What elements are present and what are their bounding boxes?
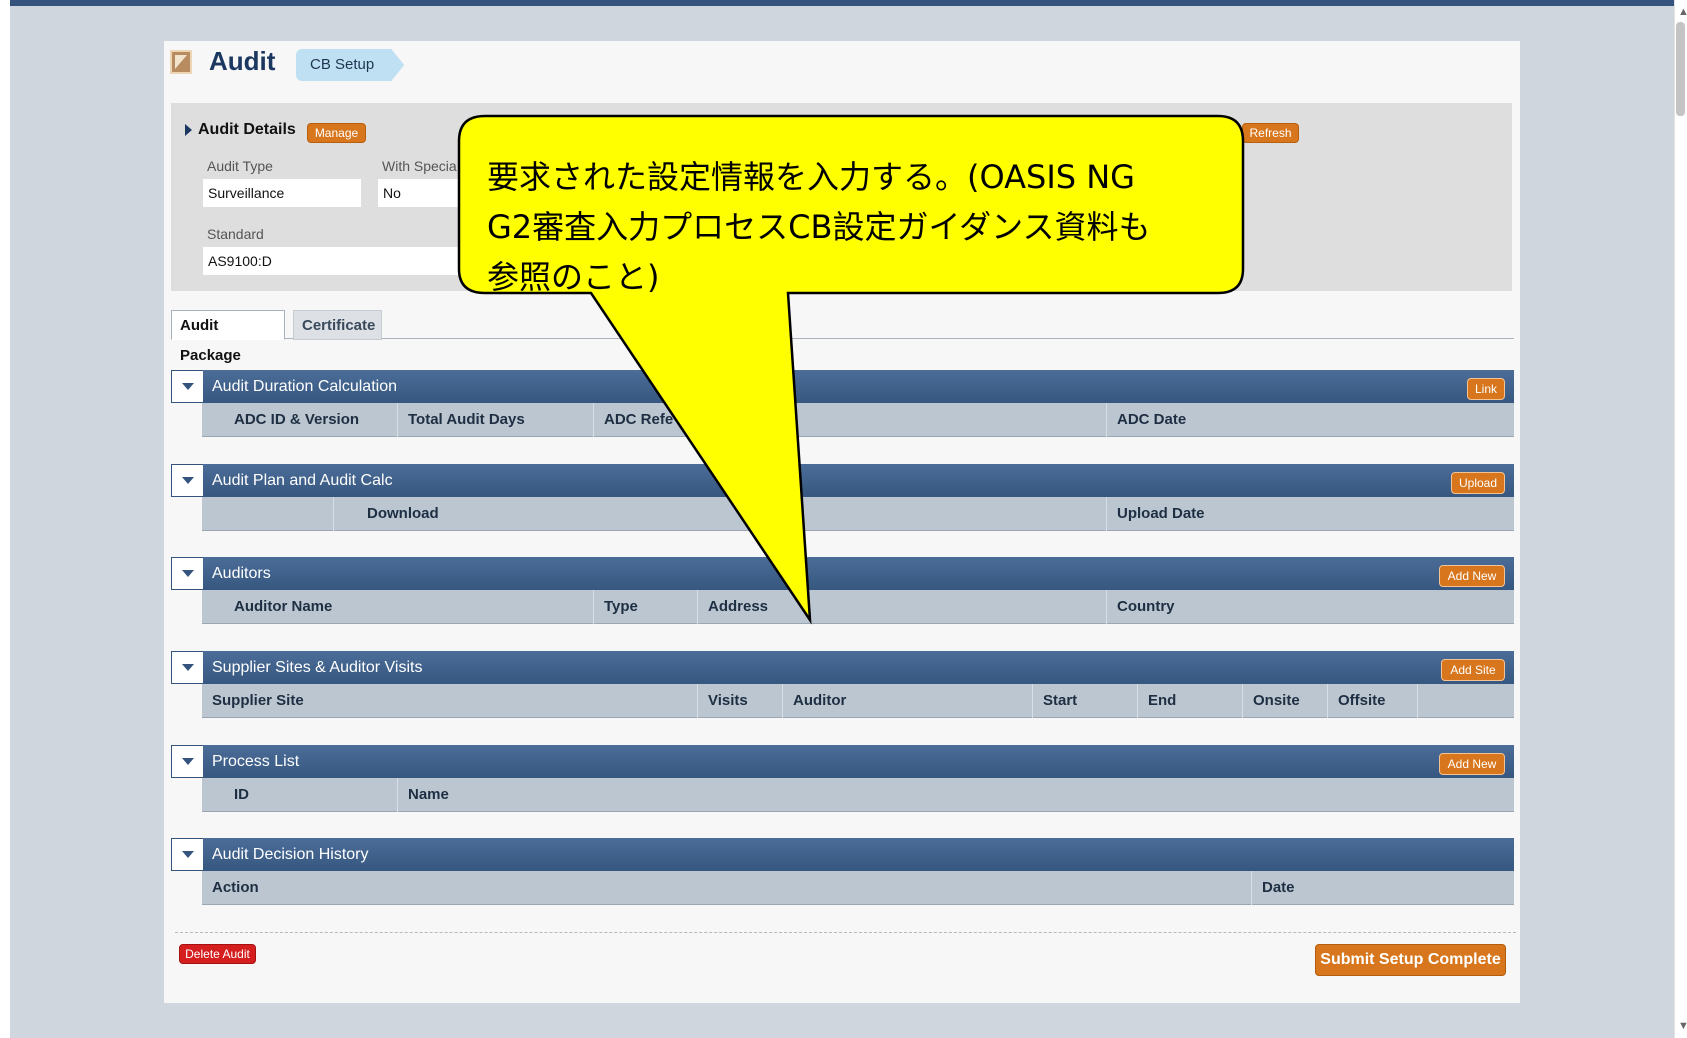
with-special-label: With Specia [382,158,457,174]
callout-line: 参照のこと) [487,258,660,296]
history-column-headers: Action Date [202,871,1514,905]
collapse-toggle-icon[interactable] [171,745,204,778]
standard-label: Standard [207,226,264,242]
column-header[interactable]: ADC Date [1106,403,1514,437]
page-title: Audit [209,46,276,76]
column-header[interactable]: End [1137,684,1242,718]
column-header[interactable]: Start [1032,684,1137,718]
column-header[interactable]: ADC Refe [593,403,1106,437]
expand-caret-icon[interactable] [185,124,192,136]
add-site-button[interactable]: Add Site [1441,659,1505,681]
column-header[interactable]: ID [224,778,397,812]
column-header[interactable]: Type [593,590,697,624]
add-auditor-button[interactable]: Add New [1439,565,1505,587]
collapse-toggle-icon[interactable] [171,557,204,590]
adc-column-headers: ADC ID & Version Total Audit Days ADC Re… [202,403,1514,437]
submit-setup-complete-button[interactable]: Submit Setup Complete [1315,944,1506,976]
column-header[interactable]: Download [333,497,1106,531]
column-header[interactable]: Country [1106,590,1514,624]
scrollbar-thumb[interactable] [1676,22,1685,116]
collapse-toggle-icon[interactable] [171,464,204,497]
standard-field[interactable]: AS9100:D [203,247,459,275]
column-header[interactable]: Total Audit Days [397,403,593,437]
column-header[interactable]: Offsite [1327,684,1417,718]
column-header-empty [202,497,333,531]
audit-type-label: Audit Type [207,158,273,174]
callout-line: 要求された設定情報を入力する。(OASIS NG [487,158,1135,196]
callout-text: 要求された設定情報を入力する。(OASIS NG G2審査入力プロセスCB設定ガ… [487,152,1247,302]
column-header[interactable]: Date [1251,871,1514,905]
column-header[interactable]: Name [397,778,1514,812]
process-column-headers: ID Name [202,778,1514,812]
tab-audit-package[interactable]: Audit Package [171,310,285,364]
column-header[interactable]: Upload Date [1106,497,1514,531]
sites-column-headers: Supplier Site Visits Auditor Start End O… [202,684,1514,718]
audit-details-title[interactable]: Audit Details [198,121,296,139]
auditors-column-headers: Auditor Name Type Address Country [202,590,1514,624]
manage-button[interactable]: Manage [307,123,366,143]
section-header-history: Audit Decision History [203,838,1514,871]
column-header[interactable]: Supplier Site [202,684,697,718]
add-process-button[interactable]: Add New [1439,753,1505,775]
scroll-up-icon[interactable]: ▲ [1678,6,1687,18]
column-header[interactable]: ADC ID & Version [224,403,397,437]
scroll-down-icon[interactable]: ▼ [1678,1020,1687,1032]
collapse-toggle-icon[interactable] [171,370,204,403]
breadcrumb-cb-setup[interactable]: CB Setup [296,49,405,81]
plan-column-headers: Download Upload Date [202,497,1514,531]
column-header-empty [1417,684,1514,718]
link-button[interactable]: Link [1467,378,1505,400]
section-header-adc: Audit Duration Calculation [203,370,1514,403]
section-header-sites: Supplier Sites & Auditor Visits [203,651,1514,684]
column-header[interactable]: Action [202,871,1251,905]
upload-button[interactable]: Upload [1451,472,1505,494]
delete-audit-button[interactable]: Delete Audit [179,944,256,964]
vertical-scrollbar[interactable] [1674,0,1687,1038]
callout-line: G2審査入力プロセスCB設定ガイダンス資料も [487,208,1151,246]
column-header[interactable]: Auditor Name [224,590,593,624]
refresh-button[interactable]: Refresh [1242,123,1299,143]
with-special-field[interactable]: No [378,179,458,207]
tab-certificate[interactable]: Certificate [293,310,382,340]
column-header[interactable]: Auditor [782,684,1032,718]
footer-divider [175,932,1516,933]
column-header[interactable]: Onsite [1242,684,1327,718]
audit-icon [170,50,192,74]
collapse-toggle-icon[interactable] [171,651,204,684]
section-header-process: Process List [203,745,1514,778]
section-header-auditors: Auditors [203,557,1514,590]
section-header-plan: Audit Plan and Audit Calc [203,464,1514,497]
collapse-toggle-icon[interactable] [171,838,204,871]
audit-type-field[interactable]: Surveillance [203,179,361,207]
column-header[interactable]: Address [697,590,1106,624]
column-header[interactable]: Visits [697,684,782,718]
